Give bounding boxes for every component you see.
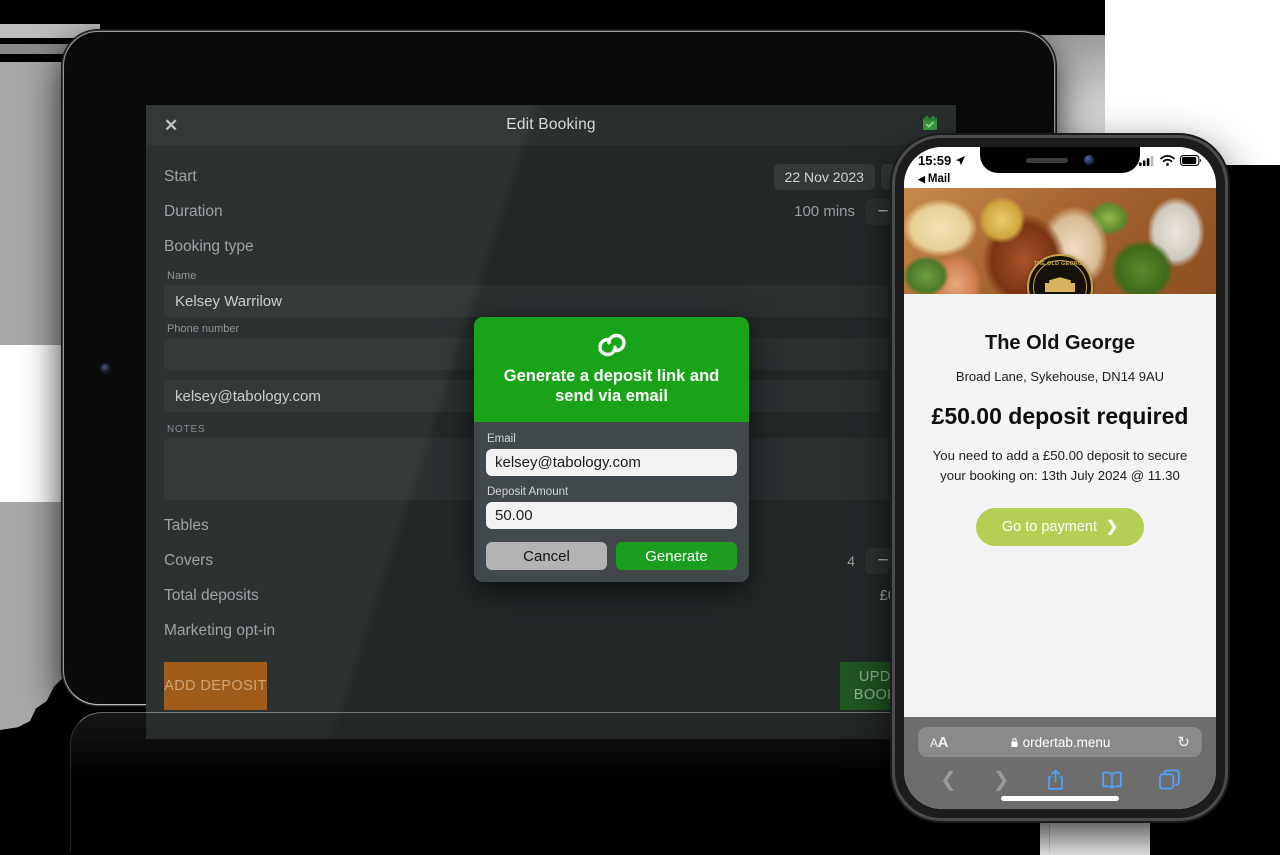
- screenshot-canvas: ✕ Edit Booking Start 22 Nov 2023 Duratio…: [0, 0, 1280, 855]
- booking-app-screen: ✕ Edit Booking Start 22 Nov 2023 Duratio…: [146, 105, 956, 739]
- background-block: [0, 345, 65, 502]
- speaker-icon: [1026, 157, 1068, 163]
- pay-button-label: Go to payment: [1001, 518, 1097, 535]
- form-actions: ADD DEPOSIT UPDATE BOOKING: [164, 662, 938, 710]
- row-duration: Duration 100 mins − +: [164, 194, 938, 229]
- app-header: ✕ Edit Booking: [146, 105, 956, 145]
- row-start: Start 22 Nov 2023 09:30: [164, 159, 938, 194]
- phone-device: 15:59 ◀ Mail THE OLD GEORGE The Old Geor…: [895, 138, 1225, 818]
- venue-address: Broad Lane, Sykehouse, DN14 9AU: [955, 369, 1165, 384]
- chevron-right-icon[interactable]: ❯: [993, 767, 1010, 792]
- row-booking-type[interactable]: Booking type ›: [164, 229, 938, 264]
- calendar-check-icon[interactable]: [922, 115, 938, 136]
- modal-actions: Cancel Generate: [486, 542, 737, 571]
- url-display: ordertab.menu: [918, 735, 1202, 750]
- back-triangle-icon: ◀: [918, 173, 925, 184]
- covers-label: Covers: [164, 551, 214, 569]
- generate-button[interactable]: Generate: [616, 542, 737, 571]
- phone-notch: [980, 147, 1140, 173]
- tabs-icon[interactable]: [1159, 769, 1180, 790]
- deposit-page-content: The Old George Broad Lane, Sykehouse, DN…: [904, 294, 1216, 546]
- start-date-field[interactable]: 22 Nov 2023: [773, 163, 875, 190]
- row-marketing-optin: Marketing opt-in: [164, 613, 938, 648]
- address-bar[interactable]: AA ordertab.menu ↻: [918, 727, 1202, 757]
- page-title: Edit Booking: [506, 116, 596, 133]
- background-block: [1040, 820, 1150, 855]
- modal-body: Email kelsey@tabology.com Deposit Amount…: [474, 422, 749, 583]
- duration-label: Duration: [164, 202, 223, 220]
- logo-top-text: THE OLD GEORGE: [1033, 261, 1087, 267]
- chevron-right-icon: ❯: [1105, 518, 1119, 535]
- venue-name: The Old George: [984, 332, 1136, 354]
- modal-header: Generate a deposit link and send via ema…: [474, 317, 749, 423]
- battery-icon: [1180, 154, 1202, 166]
- safari-toolbar: AA ordertab.menu ↻ ❮ ❯: [904, 717, 1216, 809]
- status-icons: [1139, 154, 1202, 166]
- background-block: [1105, 0, 1280, 150]
- background-block: [0, 62, 70, 217]
- share-icon[interactable]: [1046, 769, 1065, 791]
- url-text: ordertab.menu: [1022, 734, 1111, 750]
- safari-tools: ❮ ❯: [904, 757, 1216, 792]
- modal-email-input[interactable]: kelsey@tabology.com: [486, 449, 737, 477]
- cellular-signal-icon: [1139, 155, 1154, 166]
- deposit-link-modal: Generate a deposit link and send via ema…: [474, 317, 749, 583]
- deposit-body-text: You need to add a £50.00 deposit to secu…: [932, 448, 1188, 483]
- venue-hero-image: THE OLD GEORGE Est. 1800 INN: [904, 188, 1216, 294]
- lock-icon: [1010, 737, 1018, 747]
- modal-email-label: Email: [487, 433, 516, 446]
- marketing-optin-label: Marketing opt-in: [164, 621, 276, 639]
- venue-logo: THE OLD GEORGE Est. 1800 INN: [1027, 254, 1093, 294]
- modal-amount-input[interactable]: 50.00: [486, 502, 737, 530]
- add-deposit-button[interactable]: ADD DEPOSIT: [164, 662, 267, 710]
- go-to-payment-button[interactable]: Go to payment ❯: [975, 507, 1145, 546]
- duration-value: 100 mins: [794, 203, 855, 220]
- row-total-deposits[interactable]: Total deposits £0.00 ›: [164, 578, 938, 613]
- deposit-heading: £50.00 deposit required: [931, 403, 1189, 429]
- wifi-icon: [1160, 154, 1175, 166]
- location-arrow-icon: [956, 155, 966, 165]
- total-deposits-label: Total deposits: [164, 586, 259, 604]
- chain-link-icon: [490, 331, 733, 359]
- front-camera-icon: [1084, 155, 1094, 165]
- status-time: 15:59: [918, 153, 966, 168]
- name-label: Name: [167, 270, 197, 282]
- tablet-camera-icon: [101, 364, 110, 373]
- start-label: Start: [164, 167, 197, 185]
- home-indicator: [1001, 796, 1119, 801]
- book-icon[interactable]: [1101, 771, 1123, 789]
- cancel-button[interactable]: Cancel: [486, 542, 607, 571]
- modal-title: Generate a deposit link and send via ema…: [503, 367, 720, 406]
- back-to-mail-link[interactable]: ◀ Mail: [904, 173, 1216, 188]
- chevron-left-icon[interactable]: ❮: [940, 767, 957, 792]
- tables-label: Tables: [164, 516, 209, 534]
- modal-amount-label: Deposit Amount: [487, 486, 569, 499]
- covers-value: 4: [847, 552, 855, 569]
- phone-screen: 15:59 ◀ Mail THE OLD GEORGE The Old Geor…: [904, 147, 1216, 809]
- status-time-text: 15:59: [918, 152, 952, 168]
- back-label: Mail: [927, 173, 951, 185]
- booking-type-label: Booking type: [164, 237, 254, 255]
- name-input[interactable]: Kelsey Warrilow: [164, 285, 938, 317]
